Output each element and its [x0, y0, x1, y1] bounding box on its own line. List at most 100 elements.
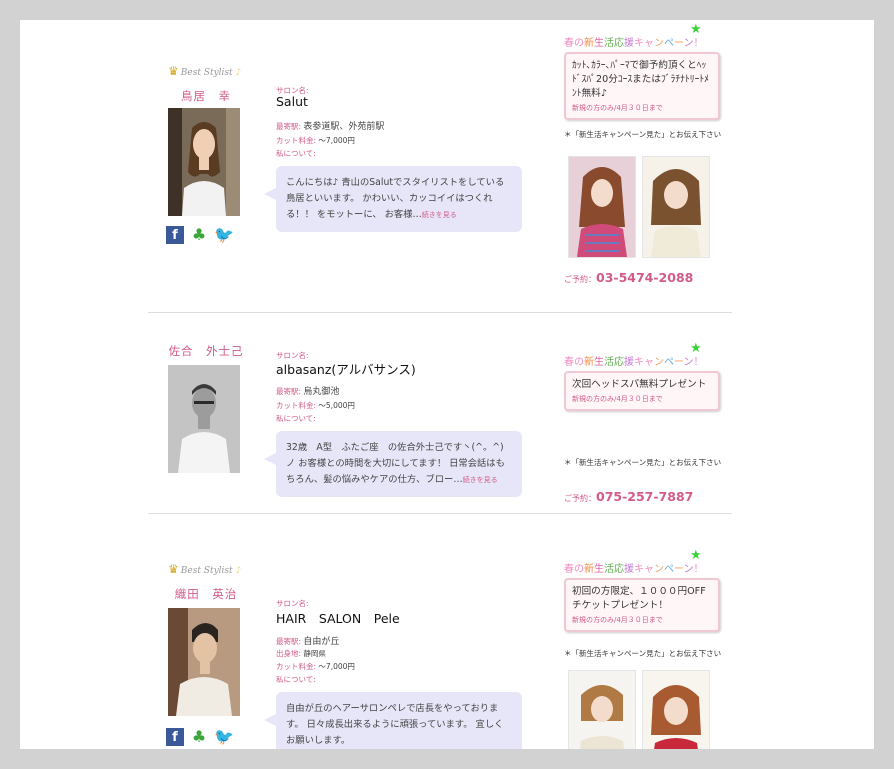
- cut-value: ～5,000円: [318, 401, 355, 410]
- phone-number[interactable]: 03-5474-2088: [596, 270, 693, 285]
- twitter-icon[interactable]: 🐦: [214, 727, 234, 746]
- cut-value: ～7,000円: [318, 662, 355, 671]
- origin-row: 出身地: 静岡県: [276, 648, 326, 659]
- station-row: 最寄駅: 烏丸御池: [276, 384, 339, 397]
- campaign-title-char: ー: [674, 38, 684, 49]
- star-icon: ★: [690, 22, 702, 37]
- campaign-title-char: キ: [634, 564, 644, 575]
- campaign-text: ｶｯﾄ､ｶﾗｰ､ﾊﾟｰﾏで御予約頂くとﾍｯﾄﾞｽﾊﾟ20分ｺｰｽまたはﾌﾞﾗﾁﾅ…: [572, 60, 709, 99]
- hair-photo[interactable]: [642, 156, 710, 258]
- campaign-title-char: 生: [594, 357, 604, 368]
- hair-photo[interactable]: [568, 670, 636, 749]
- bio-text: 自由が丘のヘアーサロンペレで店長をやっております。 日々成長出来るように頑張って…: [286, 703, 504, 746]
- campaign-title-char: ン: [683, 564, 694, 575]
- phone-row: ご予約：075-257-7887: [564, 489, 693, 504]
- campaign-title-char: ！: [693, 38, 704, 49]
- campaign-note: ＊「新生活キャンペーン見た」とお伝え下さい: [564, 130, 722, 139]
- salon-name[interactable]: HAIR SALON Pele: [276, 608, 400, 627]
- facebook-icon[interactable]: f: [166, 727, 184, 746]
- stylist-name[interactable]: 佐合 外士己: [168, 343, 244, 359]
- stylist-name[interactable]: 織田 英治: [168, 586, 244, 602]
- campaign-text: 次回ヘッドスパ無料プレゼント: [572, 379, 707, 390]
- bio-bubble: 自由が丘のヘアーサロンペレで店長をやっております。 日々成長出来るように頑張って…: [264, 692, 522, 749]
- campaign-title-char: 新: [584, 357, 594, 368]
- stylist-photo[interactable]: [168, 365, 240, 473]
- campaign-title-char: ペ: [664, 38, 674, 49]
- stylist-photo[interactable]: [168, 108, 240, 216]
- cut-row: カット料金: ～7,000円: [276, 661, 355, 672]
- station-value: 烏丸御池: [303, 387, 340, 397]
- campaign-title-char: 新: [584, 564, 594, 575]
- twitter-icon[interactable]: 🐦: [214, 225, 234, 244]
- stylist-card: 佐合 外士己 サロン名: albasanz(アルバサンス) 最寄駅: 烏丸御池 …: [20, 313, 874, 513]
- hair-photo[interactable]: [568, 156, 636, 258]
- campaign-title-text: 春の新生活応援キャンペーン！: [564, 357, 704, 368]
- salon-name[interactable]: Salut: [276, 94, 308, 109]
- about-label: 私について:: [276, 675, 316, 684]
- crown-icon: ♛: [168, 64, 179, 78]
- star-icon: ★: [690, 548, 702, 563]
- campaign-title-char: 援: [624, 564, 634, 575]
- campaign-box: 次回ヘッドスパ無料プレゼント 新規の方のみ/4月３０日まで: [564, 371, 720, 411]
- campaign-title-char: キ: [634, 38, 644, 49]
- cut-label: カット料金:: [276, 136, 317, 145]
- best-stylist-note: ♪: [235, 566, 242, 576]
- about-label: 私について:: [276, 414, 316, 423]
- page: ♛ Best Stylist ♪ 鳥居 幸 f ♣ 🐦 サロン名: Salut 最寄駅…: [20, 20, 874, 749]
- best-stylist-badge: ♛ Best Stylist ♪: [168, 64, 241, 78]
- clover-icon[interactable]: ♣: [190, 727, 208, 746]
- campaign-title: ★ 春の新生活応援キャンペーン！: [564, 341, 704, 368]
- campaign-title-char: ン: [683, 38, 694, 49]
- phone-label: ご予約：: [564, 494, 596, 503]
- read-more-link[interactable]: 続きを見る: [463, 476, 498, 484]
- campaign-title-char: ン: [683, 357, 694, 368]
- campaign-box: ｶｯﾄ､ｶﾗｰ､ﾊﾟｰﾏで御予約頂くとﾍｯﾄﾞｽﾊﾟ20分ｺｰｽまたはﾌﾞﾗﾁﾅ…: [564, 52, 720, 120]
- station-row: 最寄駅: 自由が丘: [276, 634, 339, 647]
- station-value: 表参道駅、外苑前駅: [303, 122, 385, 132]
- bio-bubble: 32歳 A型 ふたご座 の佐合外士己です丶(^。^)ノ お客様との時間を大切にし…: [264, 431, 522, 497]
- salon-name[interactable]: albasanz(アルバサンス): [276, 359, 416, 378]
- campaign-title-char: ペ: [664, 357, 674, 368]
- campaign-title-char: ャ: [644, 38, 654, 49]
- campaign-title-char: ャ: [644, 357, 654, 368]
- campaign-title: ★ 春の新生活応援キャンペーン！: [564, 22, 704, 49]
- origin-value: 静岡県: [303, 649, 326, 658]
- campaign-title-char: の: [574, 564, 584, 575]
- campaign-title-char: 春: [564, 38, 574, 49]
- clover-icon[interactable]: ♣: [190, 225, 208, 244]
- campaign-title-char: 活: [604, 564, 614, 575]
- campaign-sub: 新規の方のみ/4月３０日まで: [572, 616, 663, 624]
- read-more-link[interactable]: 続きを見る: [422, 211, 457, 219]
- stylist-card: ♛ Best Stylist ♪ 鳥居 幸 f ♣ 🐦 サロン名: Salut 最寄駅…: [20, 20, 874, 312]
- campaign-title-char: ！: [693, 564, 704, 575]
- facebook-icon[interactable]: f: [166, 225, 184, 244]
- cut-value: ～7,000円: [318, 136, 355, 145]
- station-label: 最寄駅:: [276, 637, 302, 646]
- cut-row: カット料金: ～7,000円: [276, 135, 355, 146]
- campaign-title-char: ン: [654, 357, 664, 368]
- campaign-title-char: の: [574, 357, 584, 368]
- campaign-title-text: 春の新生活応援キャンペーン！: [564, 564, 704, 575]
- campaign-title-char: ー: [674, 564, 684, 575]
- hair-photo[interactable]: [642, 670, 710, 749]
- social-links: f ♣ 🐦: [166, 726, 238, 746]
- best-stylist-text: Best Stylist: [180, 68, 233, 78]
- campaign-title-char: 活: [604, 38, 614, 49]
- stylist-photo[interactable]: [168, 608, 240, 716]
- phone-number[interactable]: 075-257-7887: [596, 489, 693, 504]
- campaign-title-char: ー: [674, 357, 684, 368]
- campaign-title-char: 援: [624, 357, 634, 368]
- campaign-title-char: 応: [614, 564, 624, 575]
- campaign-title-char: 生: [594, 38, 604, 49]
- best-stylist-note: ♪: [235, 68, 242, 78]
- bio-text: こんにちは♪ 青山のSalutでスタイリストをしている鳥居といいます。 かわいい…: [286, 177, 505, 220]
- star-icon: ★: [690, 341, 702, 356]
- campaign-note: ＊「新生活キャンペーン見た」とお伝え下さい: [564, 458, 722, 467]
- about-label: 私について:: [276, 149, 316, 158]
- phone-label: ご予約：: [564, 275, 596, 284]
- station-value: 自由が丘: [303, 637, 340, 647]
- social-links: f ♣ 🐦: [166, 224, 238, 244]
- bio-bubble: こんにちは♪ 青山のSalutでスタイリストをしている鳥居といいます。 かわいい…: [264, 166, 522, 232]
- stylist-name[interactable]: 鳥居 幸: [168, 88, 244, 104]
- campaign-title-char: 活: [604, 357, 614, 368]
